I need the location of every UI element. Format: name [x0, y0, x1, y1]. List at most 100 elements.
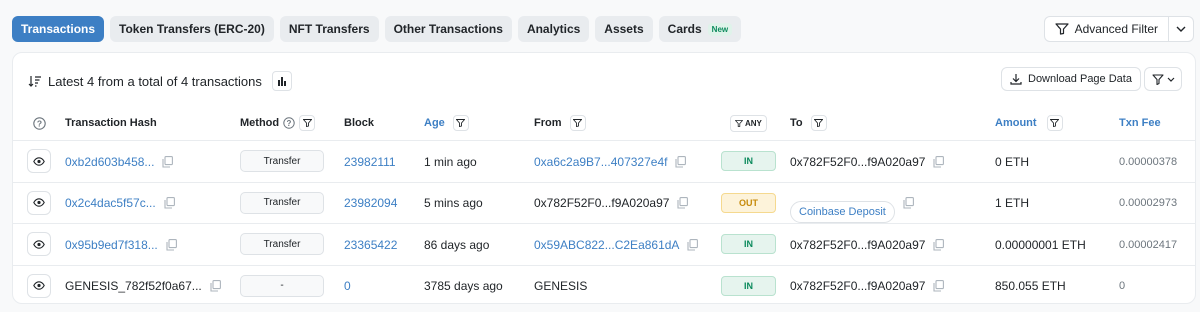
advanced-filter-label: Advanced Filter — [1074, 22, 1158, 36]
tab-assets[interactable]: Assets — [595, 16, 653, 42]
from-filter-icon[interactable] — [569, 115, 586, 131]
to-cell: 0x782F52F0...f9A020a97 — [790, 141, 945, 182]
view-details-button[interactable] — [27, 149, 51, 173]
view-details-button[interactable] — [27, 273, 51, 298]
method-badge: - — [240, 274, 324, 297]
direction-badge: IN — [721, 275, 776, 296]
any-direction-badge[interactable]: ANY — [730, 114, 767, 132]
tab-token-transfers[interactable]: Token Transfers (ERC-20) — [110, 16, 274, 42]
block-link[interactable]: 23365422 — [344, 224, 397, 265]
age-text: 1 min ago — [424, 154, 477, 169]
amount-cell: 850.055 ETH — [995, 266, 1066, 307]
age-filter-icon[interactable] — [452, 115, 469, 131]
col-age[interactable]: Age — [424, 113, 469, 133]
col-block: Block — [344, 113, 374, 133]
tab-analytics[interactable]: Analytics — [517, 16, 590, 42]
txn-hash-cell: GENESIS_782f52f0a67... — [65, 266, 221, 307]
method-label: Transfer — [263, 238, 301, 250]
advanced-filter-button[interactable]: Advanced Filter — [1045, 17, 1169, 41]
to-cell: 0x782F52F0...f9A020a97 — [790, 224, 945, 265]
copy-icon[interactable] — [675, 155, 687, 168]
new-badge: New — [707, 23, 733, 36]
to-cell: Coinbase Deposit — [790, 183, 914, 224]
download-page-data-button[interactable]: Download Page Data — [1001, 67, 1141, 91]
txn-hash-link[interactable]: 0x95b9ed7f318... — [65, 238, 158, 252]
method-label: - — [280, 280, 284, 291]
txn-fee-text: 0.00002973 — [1119, 197, 1178, 209]
copy-icon[interactable] — [687, 238, 699, 251]
filter-funnel-icon — [1055, 23, 1069, 35]
tab-cards[interactable]: Cards New — [658, 16, 742, 42]
tab-transactions[interactable]: Transactions — [12, 16, 105, 42]
eye-icon — [33, 281, 45, 290]
copy-icon[interactable] — [164, 197, 175, 209]
help-icon[interactable]: ? — [33, 113, 46, 133]
advanced-filter-dropdown-button[interactable] — [1169, 17, 1193, 41]
col-method: Method ? — [240, 113, 316, 133]
table-header: ? Transaction Hash Method ? Block Age Fr… — [13, 113, 1195, 133]
age-cell: 5 mins ago — [424, 183, 483, 224]
col-label: Age — [424, 117, 445, 129]
to-filter-icon[interactable] — [810, 115, 827, 131]
view-details-button[interactable] — [27, 190, 51, 215]
tab-bar: Transactions Token Transfers (ERC-20) NF… — [12, 16, 742, 42]
bar-chart-icon — [277, 76, 287, 86]
direction-filter[interactable]: ANY — [730, 113, 767, 133]
from-address: GENESIS — [534, 279, 588, 293]
block-link[interactable]: 23982094 — [344, 183, 397, 224]
copy-icon[interactable] — [933, 155, 945, 168]
block-number: 23982111 — [344, 154, 396, 169]
amount-text: 850.055 ETH — [995, 279, 1066, 293]
col-amount[interactable]: Amount — [995, 113, 1063, 133]
col-txn-fee[interactable]: Txn Fee — [1119, 113, 1161, 133]
direction-badge: OUT — [721, 192, 776, 213]
to-address: 0x782F52F0...f9A020a97 — [790, 154, 926, 169]
tab-label: Cards — [667, 22, 702, 36]
copy-icon[interactable] — [210, 280, 221, 292]
copy-icon[interactable] — [162, 155, 174, 168]
from-address[interactable]: 0x59ABC822...C2Ea861dA — [534, 238, 679, 252]
sort-descending-icon — [28, 75, 42, 87]
copy-icon[interactable] — [677, 197, 689, 209]
direction-label: IN — [744, 280, 753, 291]
advanced-filter-group: Advanced Filter — [1043, 16, 1194, 42]
direction-label: IN — [744, 239, 753, 249]
view-details-button[interactable] — [27, 232, 51, 256]
amount-text: 0 ETH — [995, 154, 1030, 169]
amount-filter-icon[interactable] — [1046, 115, 1063, 131]
tab-nft-transfers[interactable]: NFT Transfers — [279, 16, 379, 42]
table-row: 0x2c4dac5f57c... Transfer 23982094 5 mins a… — [13, 181, 1195, 224]
block-link[interactable]: 23982111 — [344, 141, 396, 182]
to-name-badge[interactable]: Coinbase Deposit — [790, 201, 895, 223]
block-link[interactable]: 0 — [344, 266, 351, 307]
col-from: From — [534, 113, 586, 133]
txn-hash-link[interactable]: 0x2c4dac5f57c... — [65, 196, 156, 210]
txn-fee-cell: 0.00000378 — [1119, 141, 1177, 182]
method-label: Transfer — [263, 155, 301, 167]
filter-dropdown-button[interactable] — [1144, 67, 1182, 91]
copy-icon[interactable] — [166, 238, 177, 251]
txn-hash-link[interactable]: 0xb2d603b458... — [65, 155, 154, 169]
tab-label: NFT Transfers — [288, 22, 370, 36]
from-address[interactable]: 0xa6c2a9B7...407327e4f — [534, 155, 667, 169]
direction-badge: IN — [721, 151, 776, 171]
col-label: To — [790, 117, 803, 129]
col-transaction-hash: Transaction Hash — [65, 113, 157, 133]
txn-fee-cell: 0.00002973 — [1119, 183, 1177, 224]
block-number: 23982094 — [344, 196, 398, 210]
method-filter-icon[interactable] — [299, 115, 316, 131]
copy-icon[interactable] — [903, 197, 914, 209]
txn-hash-cell: 0xb2d603b458... — [65, 141, 174, 182]
tab-other-transactions[interactable]: Other Transactions — [384, 16, 512, 42]
age-text: 86 days ago — [424, 237, 490, 252]
col-label: Txn Fee — [1119, 117, 1161, 129]
info-icon[interactable]: ? — [283, 117, 295, 129]
amount-cell: 1 ETH — [995, 183, 1029, 224]
summary: Latest 4 from a total of 4 transactions — [28, 71, 292, 91]
copy-icon[interactable] — [933, 238, 945, 251]
svg-text:?: ? — [287, 119, 292, 128]
copy-icon[interactable] — [933, 280, 945, 292]
summary-text: Latest 4 from a total of 4 transactions — [48, 73, 262, 89]
chart-button[interactable] — [271, 71, 292, 91]
col-label: Transaction Hash — [65, 117, 157, 129]
